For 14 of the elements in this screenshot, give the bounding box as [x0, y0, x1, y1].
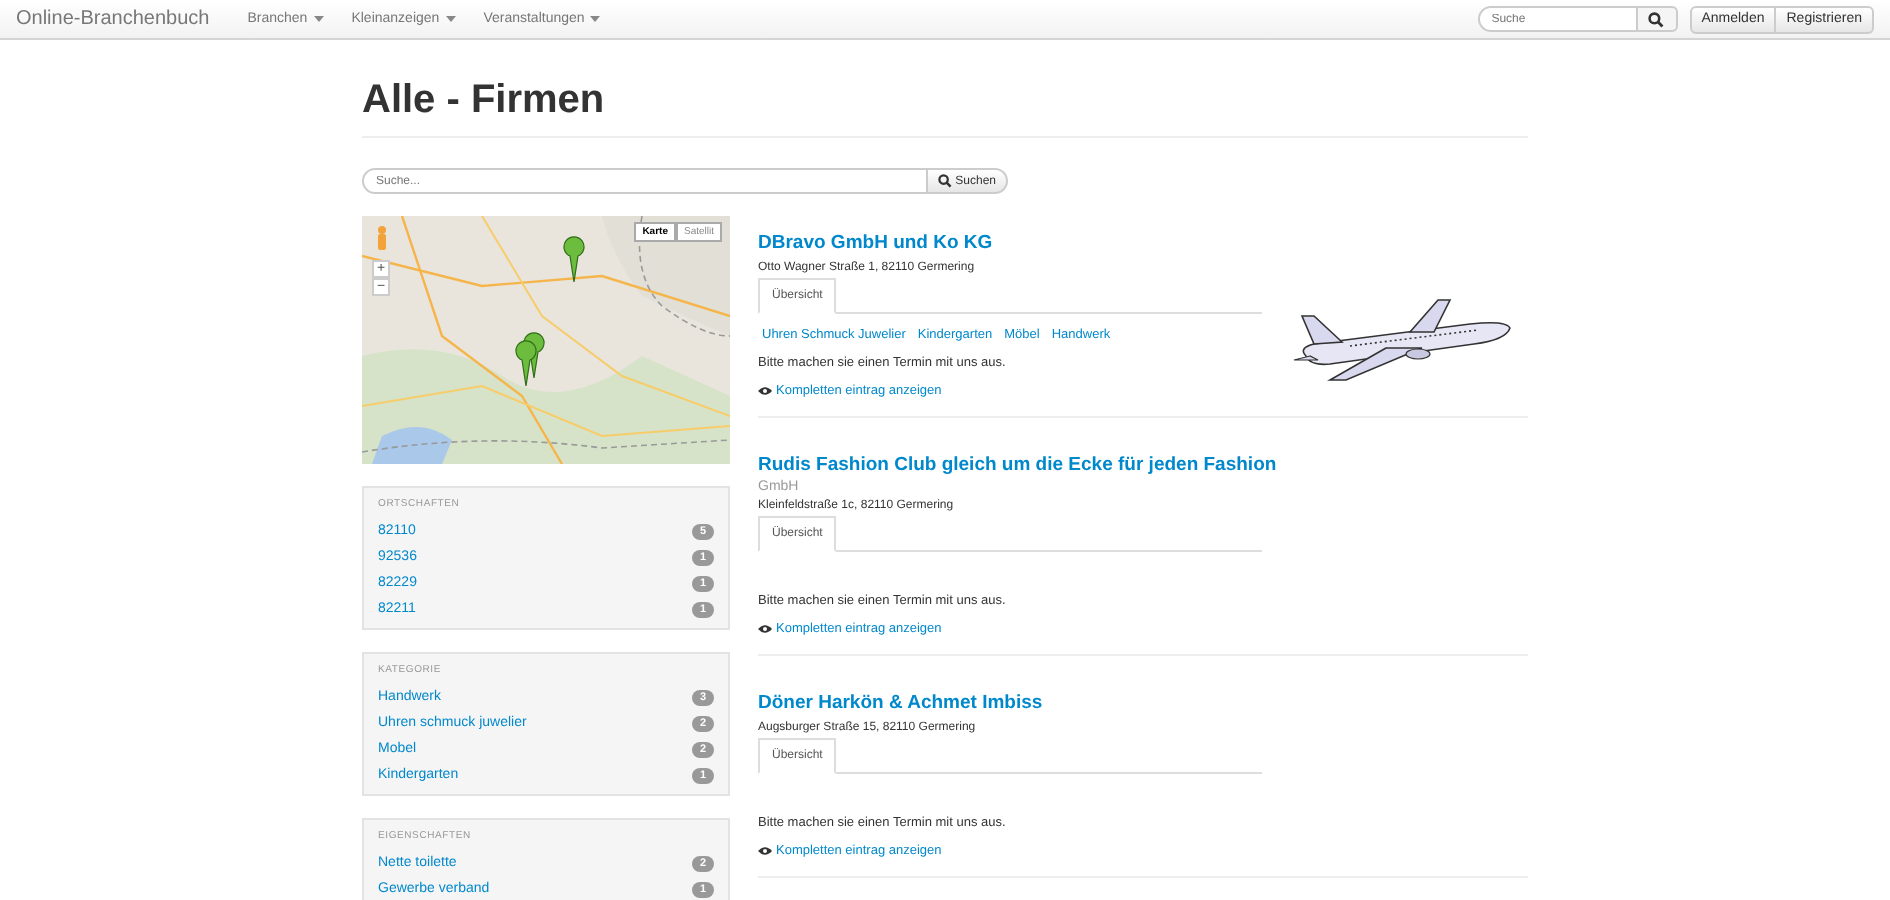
search-icon [937, 174, 952, 188]
page-title: Alle - Firmen [362, 76, 607, 124]
search-icon [1648, 11, 1665, 27]
caret-icon [590, 16, 601, 22]
search-button[interactable] [1637, 6, 1678, 32]
eye-icon [758, 386, 772, 396]
eye-icon [758, 624, 772, 634]
company-link[interactable]: Rudis Fashion Club gleich um die Ecke für jeden Fashion [758, 454, 1277, 478]
caret-icon [445, 16, 456, 22]
brand-link[interactable]: Online-Branchenbuch [16, 8, 210, 30]
company-link[interactable]: Döner Harkön & Achmet Imbiss [758, 692, 1043, 716]
caret-icon [313, 16, 324, 22]
company-link[interactable]: DBravo GmbH und Ko KG [758, 232, 993, 256]
eye-icon [758, 846, 772, 856]
